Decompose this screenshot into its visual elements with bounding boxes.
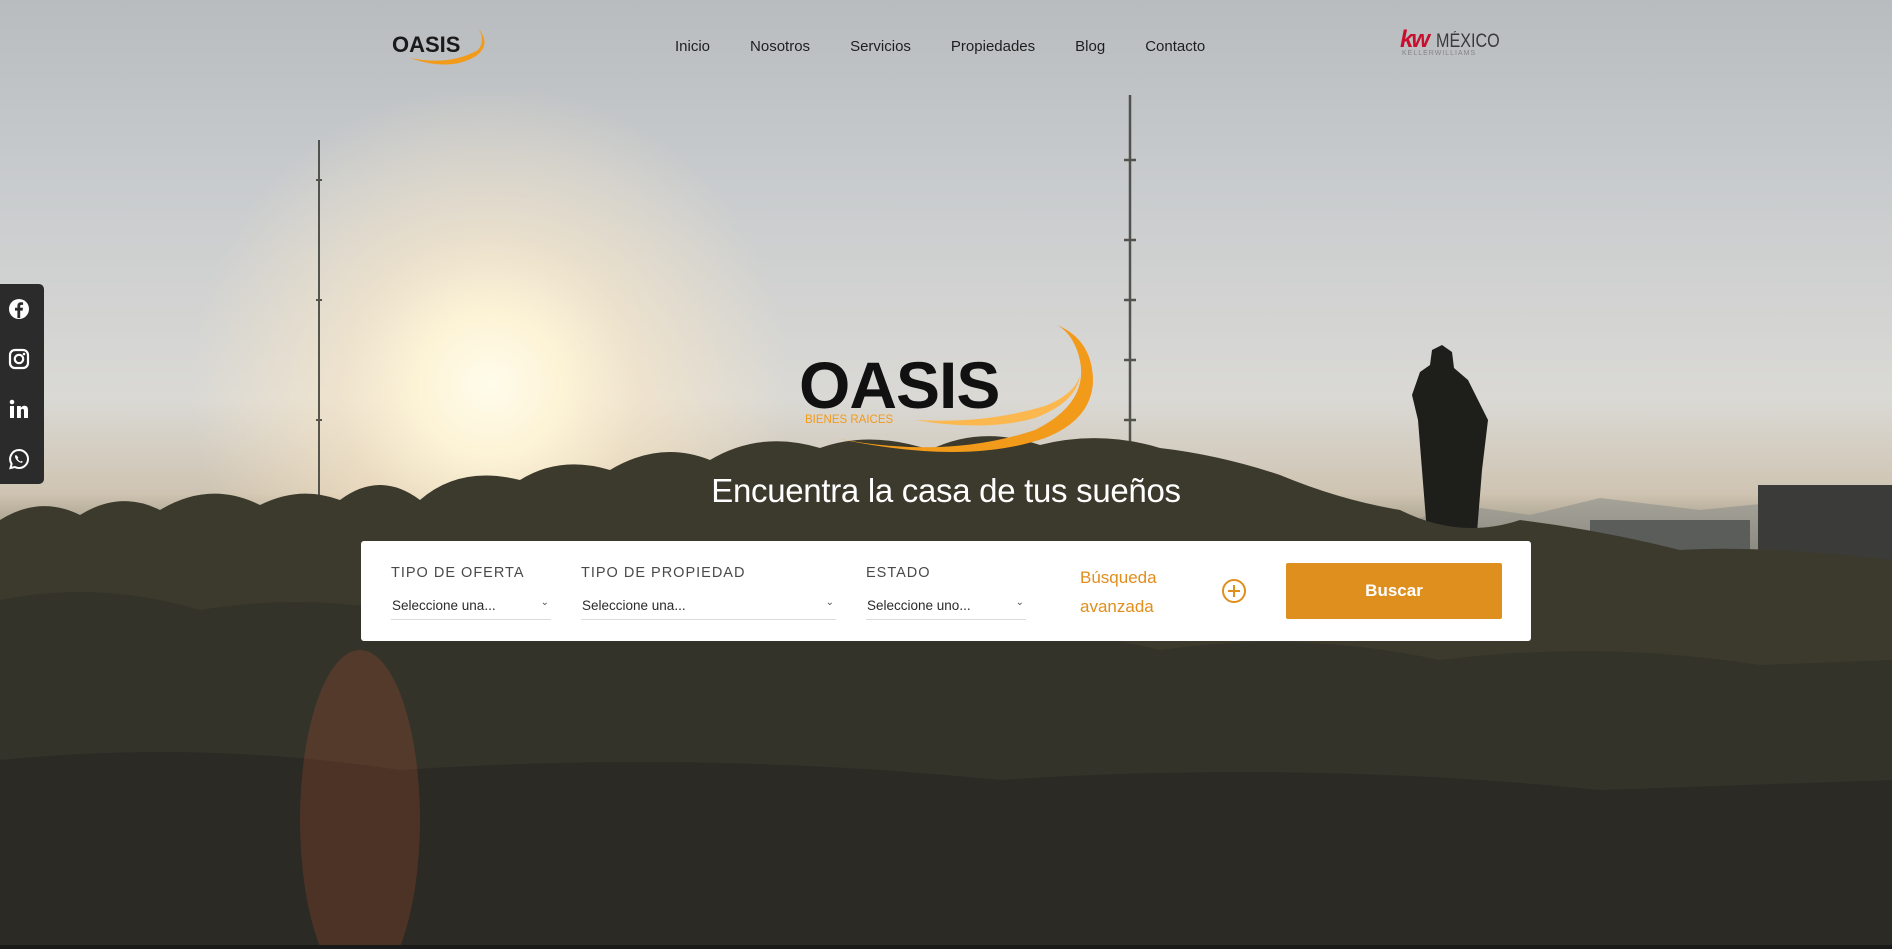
whatsapp-icon[interactable] (8, 448, 30, 470)
nav-nosotros[interactable]: Nosotros (730, 36, 830, 57)
property-type-select[interactable]: Seleccione una... ⌄ (581, 597, 836, 620)
kw-mexico-logo[interactable]: kw MÉXICO KELLERWILLIAMS (1400, 26, 1500, 68)
chevron-down-icon: ⌄ (1015, 597, 1024, 608)
instagram-icon[interactable] (8, 348, 30, 370)
oasis-logo-large: OASIS BIENES RAICES (795, 320, 1105, 455)
chevron-down-icon: ⌄ (540, 597, 549, 608)
property-type-value: Seleccione una... (582, 598, 686, 613)
advanced-search-link[interactable]: Búsqueda avanzada (1080, 563, 1180, 621)
nav-propiedades[interactable]: Propiedades (931, 36, 1055, 57)
state-field: ESTADO Seleccione uno... ⌄ (866, 565, 1026, 620)
nav-inicio[interactable]: Inicio (655, 36, 730, 57)
main-nav: Inicio Nosotros Servicios Propiedades Bl… (655, 36, 1225, 57)
oasis-logo-large-text: OASIS (799, 348, 999, 422)
nav-blog[interactable]: Blog (1055, 36, 1125, 57)
search-panel: TIPO DE OFERTA Seleccione una... ⌄ TIPO … (361, 541, 1531, 641)
linkedin-icon[interactable] (8, 398, 30, 420)
hero-background: OASIS Inicio Nosotros Servicios Propieda… (0, 0, 1892, 949)
state-select[interactable]: Seleccione uno... ⌄ (866, 597, 1026, 620)
state-value: Seleccione uno... (867, 598, 971, 613)
page-bottom-edge (0, 945, 1892, 949)
offer-type-value: Seleccione una... (392, 598, 496, 613)
social-sidebar (0, 284, 44, 484)
property-type-label: TIPO DE PROPIEDAD (581, 565, 746, 581)
facebook-icon[interactable] (8, 298, 30, 320)
chevron-down-icon: ⌄ (825, 597, 834, 608)
offer-type-select[interactable]: Seleccione una... ⌄ (391, 597, 551, 620)
state-label: ESTADO (866, 565, 931, 581)
search-button[interactable]: Buscar (1286, 563, 1502, 619)
oasis-logo-small-text: OASIS (392, 32, 460, 57)
oasis-logo-small[interactable]: OASIS (390, 22, 490, 66)
property-type-field: TIPO DE PROPIEDAD Seleccione una... ⌄ (581, 565, 836, 620)
plus-circle-icon[interactable] (1221, 578, 1247, 604)
kw-logo-sub: KELLERWILLIAMS (1402, 50, 1477, 57)
offer-type-label: TIPO DE OFERTA (391, 565, 525, 581)
offer-type-field: TIPO DE OFERTA Seleccione una... ⌄ (391, 565, 551, 620)
hero-tagline: Encuentra la casa de tus sueños (711, 472, 1181, 509)
oasis-logo-subtext: BIENES RAICES (805, 414, 894, 426)
nav-servicios[interactable]: Servicios (830, 36, 931, 57)
nav-contacto[interactable]: Contacto (1125, 36, 1225, 57)
